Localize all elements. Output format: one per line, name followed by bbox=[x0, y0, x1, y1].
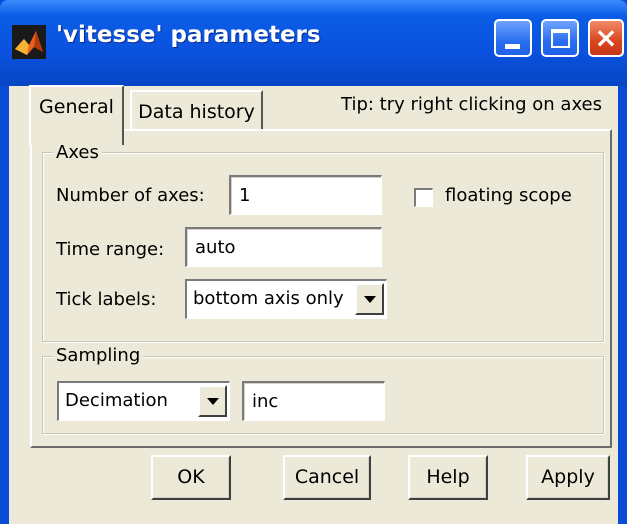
apply-button[interactable]: Apply bbox=[526, 455, 610, 500]
matlab-icon bbox=[12, 25, 46, 59]
title-bar[interactable]: 'vitesse' parameters × bbox=[0, 0, 627, 86]
cancel-button[interactable]: Cancel bbox=[283, 455, 371, 500]
tab-general[interactable]: General bbox=[29, 85, 124, 145]
axes-group-title: Axes bbox=[53, 142, 102, 163]
dialog-window: 'vitesse' parameters × General Data hist… bbox=[0, 0, 627, 524]
tip-text: Tip: try right clicking on axes bbox=[341, 94, 602, 115]
floating-scope-checkbox[interactable] bbox=[414, 188, 433, 207]
sampling-factor-input[interactable]: inc bbox=[242, 381, 385, 421]
tick-labels-select[interactable]: bottom axis only bbox=[185, 279, 387, 319]
close-button[interactable]: × bbox=[588, 19, 624, 57]
tick-labels-label: Tick labels: bbox=[56, 289, 157, 310]
tab-data-history-label: Data history bbox=[138, 101, 255, 123]
maximize-icon bbox=[551, 29, 570, 48]
sampling-mode-select[interactable]: Decimation bbox=[57, 381, 230, 421]
time-range-input[interactable]: auto bbox=[185, 227, 382, 267]
chevron-down-icon bbox=[364, 296, 376, 303]
tab-data-history[interactable]: Data history bbox=[130, 90, 263, 130]
minimize-icon bbox=[505, 44, 520, 49]
sampling-group-title: Sampling bbox=[53, 345, 144, 366]
sampling-mode-value: Decimation bbox=[65, 390, 168, 411]
close-icon: × bbox=[594, 21, 618, 54]
ok-button[interactable]: OK bbox=[151, 455, 231, 500]
tab-general-label: General bbox=[39, 96, 114, 118]
time-range-label: Time range: bbox=[56, 239, 165, 260]
maximize-button[interactable] bbox=[541, 19, 579, 57]
sampling-mode-dropdown-button[interactable] bbox=[198, 385, 227, 417]
dialog-body: General Data history Tip: try right clic… bbox=[9, 85, 618, 524]
tick-labels-value: bottom axis only bbox=[193, 288, 344, 309]
number-of-axes-input[interactable]: 1 bbox=[229, 175, 382, 215]
tick-labels-dropdown-button[interactable] bbox=[355, 283, 384, 315]
minimize-button[interactable] bbox=[494, 19, 532, 57]
chevron-down-icon bbox=[207, 398, 219, 405]
number-of-axes-label: Number of axes: bbox=[56, 185, 205, 206]
floating-scope-label: floating scope bbox=[445, 185, 572, 206]
window-title: 'vitesse' parameters bbox=[56, 22, 321, 48]
help-button[interactable]: Help bbox=[408, 455, 488, 500]
